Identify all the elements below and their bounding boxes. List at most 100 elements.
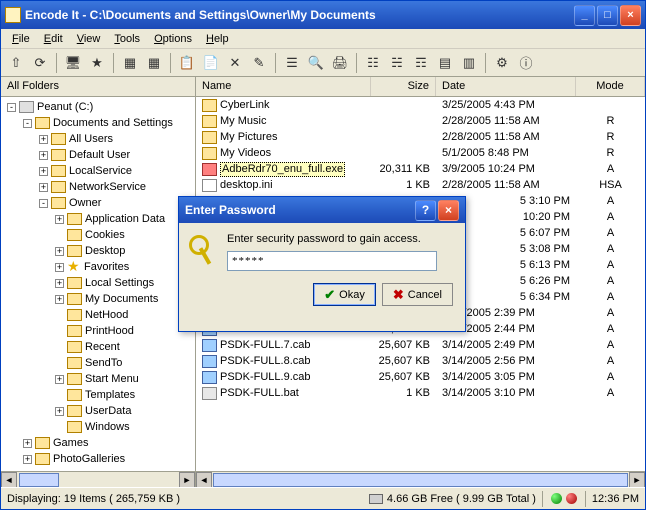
tree-node[interactable]: +★Favorites xyxy=(3,259,193,275)
expand-toggle[interactable]: + xyxy=(55,295,64,304)
expand-toggle[interactable]: + xyxy=(55,375,64,384)
tree-node[interactable]: +NetworkService xyxy=(3,179,193,195)
expand-toggle[interactable]: + xyxy=(55,215,64,224)
tree-node[interactable]: +Application Data xyxy=(3,211,193,227)
col-size[interactable]: Size xyxy=(371,77,436,96)
delete-button[interactable]: ✕ xyxy=(224,52,246,74)
tree-node[interactable]: +PhotoGalleries xyxy=(3,451,193,467)
password-input[interactable] xyxy=(227,251,437,271)
file-row[interactable]: AdbeRdr70_enu_full.exe20,311 KB3/9/2005 … xyxy=(196,161,645,177)
tree-node[interactable]: +Games xyxy=(3,435,193,451)
expand-toggle[interactable]: + xyxy=(23,455,32,464)
tree-node[interactable]: +Local Settings xyxy=(3,275,193,291)
dialog-titlebar[interactable]: Enter Password ? × xyxy=(179,197,465,223)
file-row[interactable]: PSDK-FULL.8.cab25,607 KB3/14/2005 2:56 P… xyxy=(196,353,645,369)
expand-toggle[interactable]: + xyxy=(55,407,64,416)
menu-tools[interactable]: Tools xyxy=(107,31,147,47)
view-button[interactable]: ☶ xyxy=(410,52,432,74)
title-bar[interactable]: Encode It - C:\Documents and Settings\Ow… xyxy=(1,1,645,29)
tree-node[interactable]: -Documents and Settings xyxy=(3,115,193,131)
dialog-close-button[interactable]: × xyxy=(438,200,459,221)
tree-node[interactable]: +Desktop xyxy=(3,243,193,259)
expand-toggle[interactable]: + xyxy=(39,167,48,176)
menu-view[interactable]: View xyxy=(70,31,108,47)
tree-node[interactable]: +LocalService xyxy=(3,163,193,179)
expand-toggle[interactable]: + xyxy=(55,247,64,256)
expand-toggle[interactable]: + xyxy=(55,263,64,272)
menu-help[interactable]: Help xyxy=(199,31,236,47)
tree-node[interactable]: +Start Menu xyxy=(3,371,193,387)
dialog-help-button[interactable]: ? xyxy=(415,200,436,221)
okay-button[interactable]: ✔Okay xyxy=(313,283,376,306)
copy-button[interactable]: 📋 xyxy=(176,52,198,74)
tree-scrollbar[interactable]: ◄ ► xyxy=(1,471,195,487)
tree-node[interactable]: Cookies xyxy=(3,227,193,243)
expand-toggle[interactable]: + xyxy=(39,135,48,144)
expand-toggle[interactable]: - xyxy=(39,199,48,208)
scroll-right-button[interactable]: ► xyxy=(629,472,645,488)
expand-toggle[interactable]: + xyxy=(55,279,64,288)
folder-tree[interactable]: -Peanut (C:)-Documents and Settings+All … xyxy=(1,97,195,471)
tool-button[interactable]: ▦ xyxy=(143,52,165,74)
scroll-left-button[interactable]: ◄ xyxy=(196,472,212,488)
expand-toggle[interactable]: - xyxy=(7,103,16,112)
expand-toggle[interactable]: + xyxy=(23,439,32,448)
file-date: 3/14/2005 3:10 PM xyxy=(436,385,576,401)
scroll-thumb[interactable] xyxy=(19,473,59,487)
tree-node[interactable]: Recent xyxy=(3,339,193,355)
scroll-thumb[interactable] xyxy=(213,473,628,487)
help-button[interactable]: ⓘ xyxy=(515,52,537,74)
up-button[interactable]: ⇧ xyxy=(5,52,27,74)
tree-node[interactable]: PrintHood xyxy=(3,323,193,339)
scroll-left-button[interactable]: ◄ xyxy=(1,472,17,488)
edit-button[interactable]: ✎ xyxy=(248,52,270,74)
file-row[interactable]: CyberLink3/25/2005 4:43 PM xyxy=(196,97,645,113)
options-button[interactable]: ⚙ xyxy=(491,52,513,74)
desktop-button[interactable]: 🖥 xyxy=(62,52,84,74)
tree-node[interactable]: -Peanut (C:) xyxy=(3,99,193,115)
view-button[interactable]: ☷ xyxy=(362,52,384,74)
tree-node[interactable]: -Owner xyxy=(3,195,193,211)
tree-node[interactable]: +Default User xyxy=(3,147,193,163)
file-row[interactable]: My Music2/28/2005 11:58 AMR xyxy=(196,113,645,129)
view-button[interactable]: ☵ xyxy=(386,52,408,74)
tree-node[interactable]: +All Users xyxy=(3,131,193,147)
tool-button[interactable]: ▦ xyxy=(119,52,141,74)
bat-icon xyxy=(202,387,217,400)
list-scrollbar[interactable]: ◄ ► xyxy=(196,471,645,487)
tree-node[interactable]: Windows xyxy=(3,419,193,435)
favorites-button[interactable]: ★ xyxy=(86,52,108,74)
cancel-button[interactable]: ✖Cancel xyxy=(382,283,453,306)
col-mode[interactable]: Mode xyxy=(576,77,645,96)
file-row[interactable]: My Pictures2/28/2005 11:58 AMR xyxy=(196,129,645,145)
search-button[interactable]: 🔍 xyxy=(305,52,327,74)
menu-options[interactable]: Options xyxy=(147,31,199,47)
tree-node[interactable]: Templates xyxy=(3,387,193,403)
minimize-button[interactable]: _ xyxy=(574,5,595,26)
file-row[interactable]: desktop.ini1 KB2/28/2005 11:58 AMHSA xyxy=(196,177,645,193)
menu-file[interactable]: File xyxy=(5,31,37,47)
expand-toggle[interactable]: + xyxy=(39,151,48,160)
expand-toggle[interactable]: + xyxy=(39,183,48,192)
col-name[interactable]: Name xyxy=(196,77,371,96)
properties-button[interactable]: ☰ xyxy=(281,52,303,74)
menu-edit[interactable]: Edit xyxy=(37,31,70,47)
tree-node[interactable]: +UserData xyxy=(3,403,193,419)
tree-node[interactable]: SendTo xyxy=(3,355,193,371)
file-row[interactable]: My Videos5/1/2005 8:48 PMR xyxy=(196,145,645,161)
print-button[interactable]: 🖨 xyxy=(329,52,351,74)
view-button[interactable]: ▥ xyxy=(458,52,480,74)
view-button[interactable]: ▤ xyxy=(434,52,456,74)
paste-button[interactable]: 📄 xyxy=(200,52,222,74)
file-row[interactable]: PSDK-FULL.bat1 KB3/14/2005 3:10 PMA xyxy=(196,385,645,401)
tree-node[interactable]: +My Documents xyxy=(3,291,193,307)
file-row[interactable]: PSDK-FULL.9.cab25,607 KB3/14/2005 3:05 P… xyxy=(196,369,645,385)
file-row[interactable]: PSDK-FULL.7.cab25,607 KB3/14/2005 2:49 P… xyxy=(196,337,645,353)
maximize-button[interactable]: □ xyxy=(597,5,618,26)
expand-toggle[interactable]: - xyxy=(23,119,32,128)
close-button[interactable]: × xyxy=(620,5,641,26)
scroll-right-button[interactable]: ► xyxy=(179,472,195,488)
tree-node[interactable]: NetHood xyxy=(3,307,193,323)
col-date[interactable]: Date xyxy=(436,77,576,96)
refresh-button[interactable]: ⟳ xyxy=(29,52,51,74)
